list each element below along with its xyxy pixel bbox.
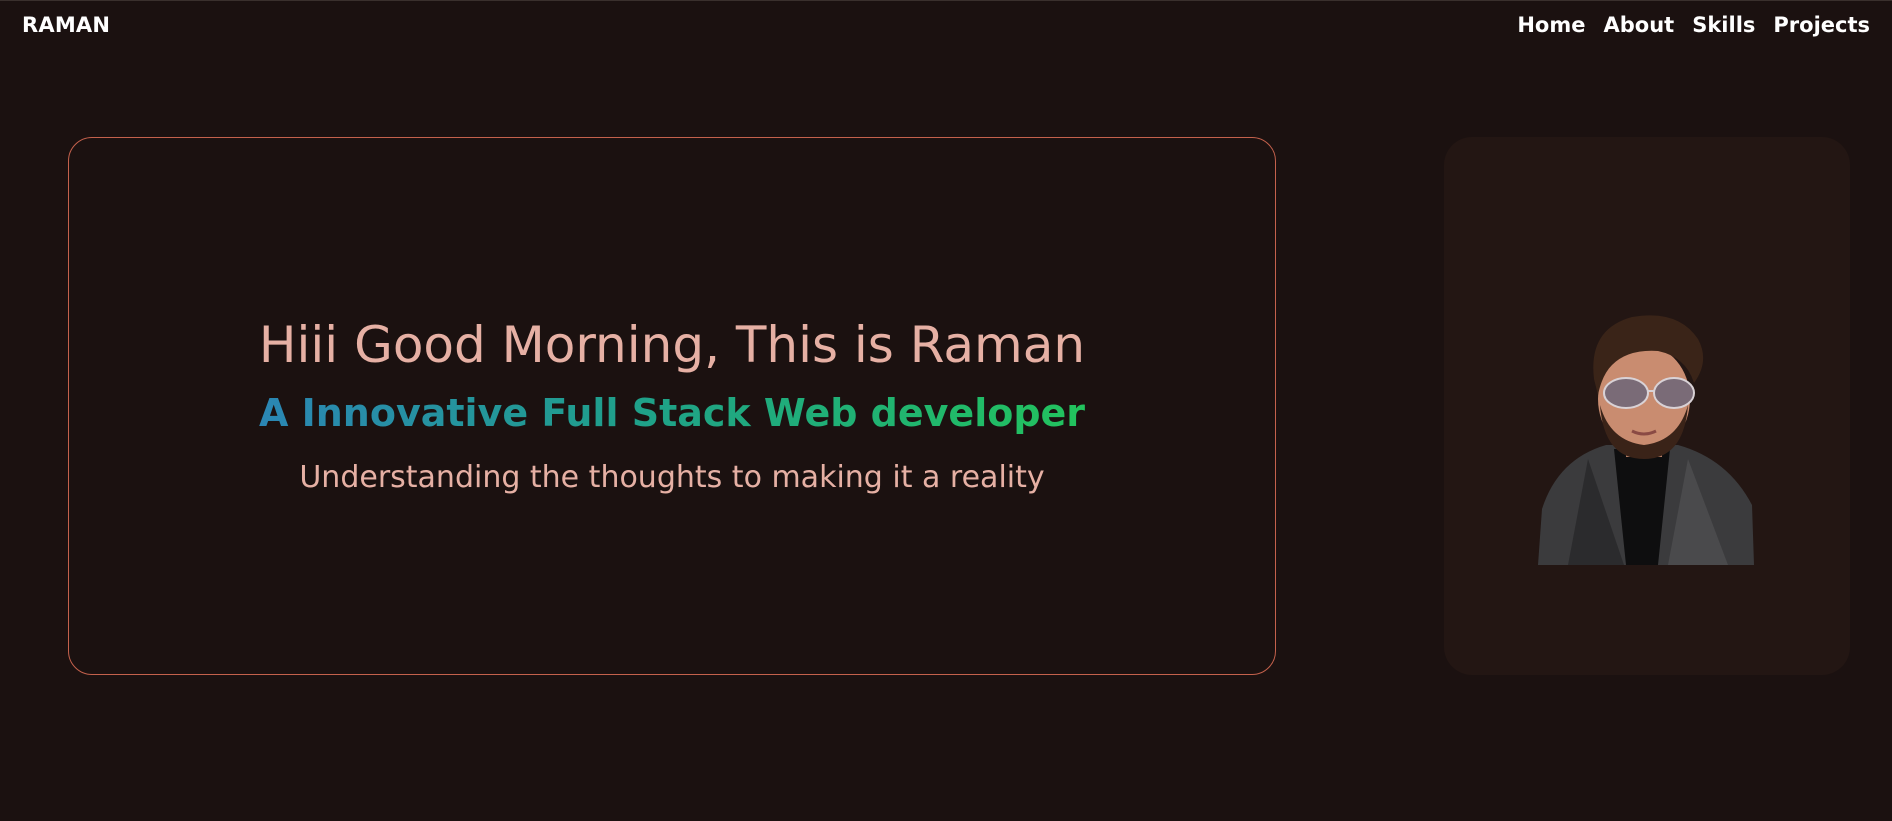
nav-link-about[interactable]: About (1604, 13, 1675, 37)
hero-motto: Understanding the thoughts to making it … (299, 459, 1045, 495)
nav-link-skills[interactable]: Skills (1692, 13, 1755, 37)
hero-card: Hiii Good Morning, This is Raman A Innov… (68, 137, 1276, 675)
nav-link-home[interactable]: Home (1517, 13, 1585, 37)
brand-logo[interactable]: RAMAN (22, 13, 110, 37)
profile-photo-card (1444, 137, 1850, 675)
profile-photo (1538, 315, 1754, 565)
navbar: RAMAN Home About Skills Projects (0, 1, 1892, 53)
hero-tagline: A Innovative Full Stack Web developer (258, 391, 1086, 436)
nav-link-projects[interactable]: Projects (1773, 13, 1870, 37)
hero-greeting: Hiii Good Morning, This is Raman (258, 316, 1086, 375)
nav-links: Home About Skills Projects (1517, 13, 1870, 37)
page: RAMAN Home About Skills Projects Hiii Go… (0, 0, 1892, 821)
